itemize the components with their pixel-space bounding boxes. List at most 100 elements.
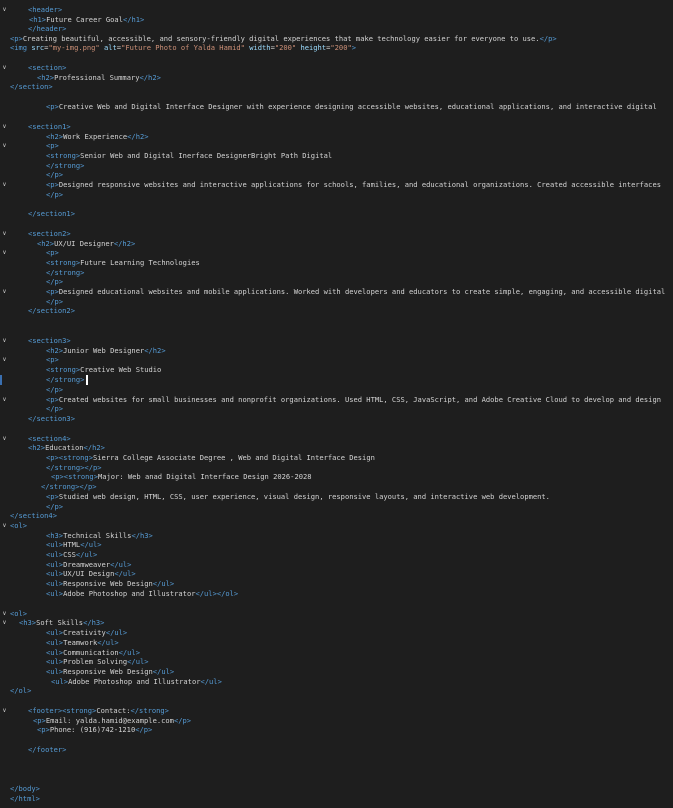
code-line[interactable]: ∨ <section>: [0, 63, 673, 73]
code-line[interactable]: <ul>Teamwork</ul>: [0, 638, 673, 648]
code-token: Responsive Web Design: [63, 579, 153, 588]
fold-chevron-icon[interactable]: ∨: [1, 229, 8, 239]
code-token: <strong>: [46, 365, 81, 374]
code-line-text: <ul>Creativity</ul>: [46, 628, 127, 638]
code-token: </strong>: [130, 706, 169, 715]
code-line[interactable]: <p>Creative Web and Digital Interface De…: [0, 102, 673, 112]
code-line[interactable]: </p>: [0, 385, 673, 395]
code-token: </p>: [46, 385, 64, 394]
code-token: <p>: [10, 34, 23, 43]
code-line[interactable]: <p>Studied web design, HTML, CSS, user e…: [0, 492, 673, 502]
code-line[interactable]: <ul>Responsive Web Design</ul>: [0, 667, 673, 677]
code-token: Work Experience: [63, 132, 128, 141]
code-line-text: <h3>Soft Skills</h3>: [19, 618, 104, 628]
code-line[interactable]: ∨ <p>: [0, 248, 673, 258]
code-line[interactable]: <p>Phone: (916)742-1210</p>: [0, 725, 673, 735]
code-token: </header>: [28, 24, 67, 33]
code-line-text: </body>: [10, 784, 40, 794]
code-line-text: <p><strong>Sierra College Associate Degr…: [46, 453, 375, 463]
code-line-text: </section1>: [28, 209, 75, 219]
code-line[interactable]: ∨ <p>: [0, 141, 673, 151]
code-token: <ul>: [46, 638, 64, 647]
code-line-text: <ul>Responsive Web Design</ul>: [46, 667, 174, 677]
code-line[interactable]: ∨ <section1>: [0, 122, 673, 132]
code-line[interactable]: ∨ <section3>: [0, 336, 673, 346]
code-line[interactable]: <img src="my-img.png" alt="Future Photo …: [0, 43, 673, 53]
code-line[interactable]: </section1>: [0, 209, 673, 219]
fold-chevron-icon[interactable]: ∨: [1, 355, 8, 365]
code-token: <ol>: [10, 521, 28, 530]
fold-chevron-icon[interactable]: ∨: [1, 180, 8, 190]
code-line[interactable]: <ul>Adobe Photoshop and Illustrator</ul>…: [0, 589, 673, 599]
code-line-text: <p>Studied web design, HTML, CSS, user e…: [46, 492, 550, 502]
code-line[interactable]: </ol>: [0, 686, 673, 696]
code-line[interactable]: <ul>Responsive Web Design</ul>: [0, 579, 673, 589]
code-line[interactable]: ∨ <header>: [0, 5, 673, 15]
code-token: HTML: [63, 540, 81, 549]
code-line[interactable]: <ul>Creativity</ul>: [0, 628, 673, 638]
code-line-text: </p>: [46, 190, 63, 200]
code-line[interactable]: <strong>Future Learning Technologies: [0, 258, 673, 268]
code-line[interactable]: </section4>: [0, 511, 673, 521]
code-line[interactable]: ∨ <p>Designed responsive websites and int…: [0, 180, 673, 190]
code-line[interactable]: ∨ <footer><strong>Contact:</strong>: [0, 706, 673, 716]
code-line-text: <section>: [28, 63, 66, 73]
code-token: Adobe Photoshop and Illustrator: [63, 589, 196, 598]
fold-chevron-icon[interactable]: ∨: [1, 141, 8, 151]
code-line[interactable]: </p>: [0, 170, 673, 180]
code-line[interactable]: <strong>Senior Web and Digital Inerface …: [0, 151, 673, 161]
code-line[interactable]: <h2>Education</h2>: [0, 443, 673, 453]
code-line[interactable]: </html>: [0, 794, 673, 804]
code-line[interactable]: ∨ <ol>: [0, 521, 673, 531]
code-line[interactable]: <p><strong>Sierra College Associate Degr…: [0, 453, 673, 463]
code-token: "200": [274, 43, 297, 52]
code-line[interactable]: </header>: [0, 24, 673, 34]
fold-chevron-icon[interactable]: ∨: [1, 336, 8, 346]
fold-chevron-icon[interactable]: ∨: [1, 287, 8, 297]
code-token: "200": [330, 43, 352, 52]
fold-chevron-icon[interactable]: ∨: [1, 248, 8, 258]
code-token: Adobe Photoshop and Illustrator: [68, 677, 201, 686]
fold-chevron-icon[interactable]: ∨: [1, 122, 8, 132]
code-line[interactable]: </footer>: [0, 745, 673, 755]
code-token: <section2>: [28, 229, 71, 238]
code-line[interactable]: </section2>: [0, 306, 673, 316]
code-line[interactable]: </section3>: [0, 414, 673, 424]
fold-chevron-icon[interactable]: ∨: [1, 618, 8, 628]
code-line[interactable]: ∨ <h3>Soft Skills</h3>: [0, 618, 673, 628]
fold-chevron-icon[interactable]: ∨: [1, 706, 8, 716]
fold-chevron-icon[interactable]: ∨: [1, 5, 8, 15]
code-editor[interactable]: ∨ <header> <h1>Future Career Goal</h1> </he…: [0, 0, 673, 808]
code-line[interactable]: <strong>Creative Web Studio: [0, 365, 673, 375]
code-line[interactable]: </section>: [0, 82, 673, 92]
code-line[interactable]: </body>: [0, 784, 673, 794]
code-token: UX/UI Designer: [54, 239, 114, 248]
code-line[interactable]: ∨ <p>Designed educational websites and mo…: [0, 287, 673, 297]
fold-chevron-icon[interactable]: ∨: [1, 521, 8, 531]
code-line[interactable]: ∨ <section2>: [0, 229, 673, 239]
code-line[interactable]: <ul>Problem Solving</ul>: [0, 657, 673, 667]
code-line-text: <section2>: [28, 229, 71, 239]
code-line[interactable]: <ul>CSS</ul>: [0, 550, 673, 560]
code-token: <ul>: [46, 569, 64, 578]
code-line[interactable]: </strong></p>: [0, 482, 673, 492]
code-token: alt: [99, 43, 117, 52]
code-token: </p>: [46, 502, 64, 511]
code-token: Designed responsive websites and interac…: [58, 180, 661, 189]
code-line[interactable]: <p><strong>Major: Web anad Digital Inter…: [0, 472, 673, 482]
code-token: <h3>: [46, 531, 64, 540]
code-line[interactable]: ∨ <p>: [0, 355, 673, 365]
code-token: <p>: [46, 355, 59, 364]
code-token: </strong></p>: [46, 463, 102, 472]
code-line[interactable]: </p>: [0, 190, 673, 200]
code-token: <ul>: [46, 540, 64, 549]
code-line[interactable]: <ul>HTML</ul>: [0, 540, 673, 550]
code-line[interactable]: </p>: [0, 404, 673, 414]
code-line[interactable]: </p>: [0, 277, 673, 287]
code-token: </h2>: [127, 132, 149, 141]
code-line[interactable]: </strong>: [0, 375, 673, 385]
fold-chevron-icon[interactable]: ∨: [1, 63, 8, 73]
code-line[interactable]: <ul>UX/UI Design</ul>: [0, 569, 673, 579]
code-token: <ol>: [10, 609, 28, 618]
code-line-text: <p>Creative Web and Digital Interface De…: [46, 102, 657, 112]
